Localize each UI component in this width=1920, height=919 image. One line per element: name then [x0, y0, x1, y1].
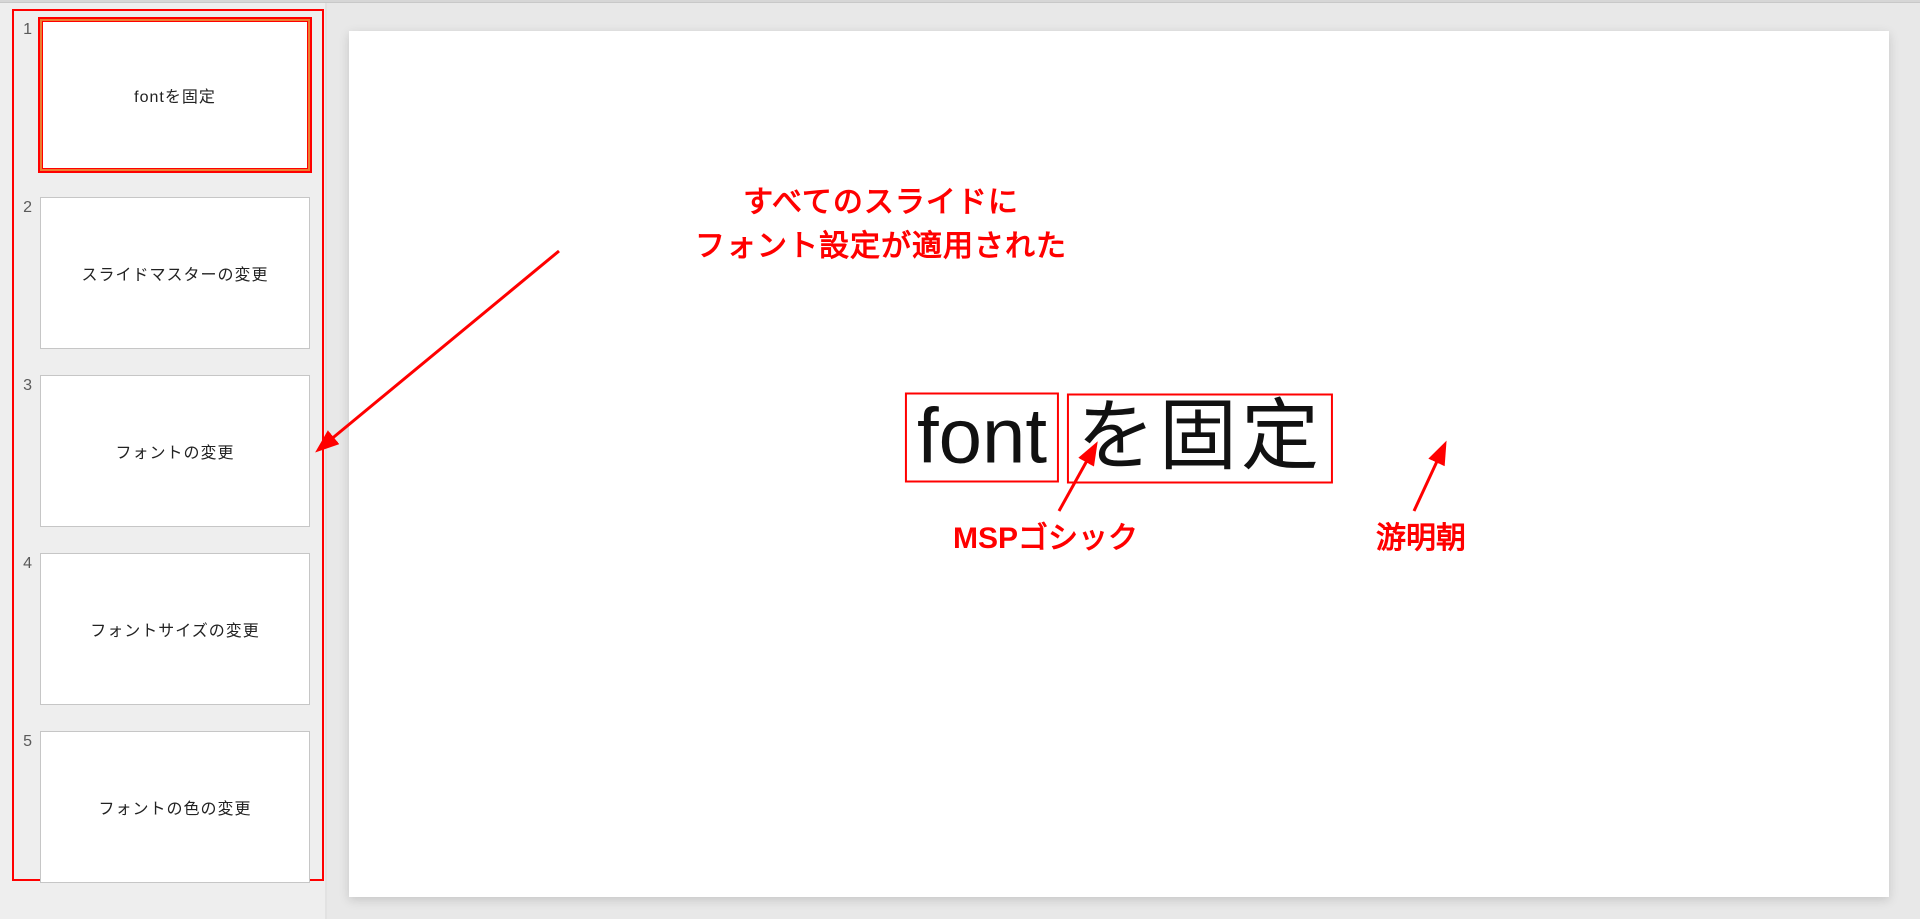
slide-thumbnail-panel: 1 fontを固定 2 スライドマスターの変更 3 フォントの変更 4 フォントサイズの変更 5…	[0, 3, 327, 919]
annotation-line2: フォント設定が適用された	[695, 230, 1067, 263]
thumbnail-title: フォントの色の変更	[98, 795, 251, 819]
thumbnail-title: スライドマスターの変更	[81, 261, 268, 285]
thumbnail-number: 1	[18, 19, 32, 39]
slide-canvas-area[interactable]: font を固定 すべてのスライドに フォント設定が適用された MSPゴシック …	[327, 3, 1920, 919]
annotation-yumin: 游明朝	[1376, 513, 1466, 557]
slide-thumbnail[interactable]: fontを固定	[40, 19, 310, 171]
slide-title-english-part: font	[905, 393, 1059, 483]
thumbnail-number: 4	[18, 553, 32, 573]
thumbnail-number: 5	[18, 731, 32, 751]
thumbnail-title: fontを固定	[134, 83, 216, 107]
annotation-arrow-sidebar	[299, 241, 579, 481]
annotation-msp-gothic: MSPゴシック	[953, 513, 1138, 557]
annotation-arrow-yumin	[1359, 449, 1469, 529]
thumbnail-row: 2 スライドマスターの変更	[18, 197, 311, 349]
main-layout: 1 fontを固定 2 スライドマスターの変更 3 フォントの変更 4 フォントサイズの変更 5…	[0, 3, 1920, 919]
thumbnail-title: フォントの変更	[115, 439, 234, 463]
annotation-applied-text: すべてのスライドに フォント設定が適用された	[671, 181, 1091, 268]
slide-title-japanese-part: を固定	[1067, 394, 1333, 484]
slide-thumbnail[interactable]: フォントの色の変更	[40, 731, 310, 883]
slide-title[interactable]: font を固定	[905, 393, 1333, 484]
annotation-line1: すべてのスライドに	[743, 186, 1019, 219]
thumbnail-row: 5 フォントの色の変更	[18, 731, 311, 883]
thumbnail-row: 1 fontを固定	[18, 19, 311, 171]
thumbnail-number: 2	[18, 197, 32, 217]
slide[interactable]: font を固定 すべてのスライドに フォント設定が適用された MSPゴシック …	[349, 31, 1889, 897]
slide-thumbnail[interactable]: フォントサイズの変更	[40, 553, 310, 705]
slide-thumbnail[interactable]: スライドマスターの変更	[40, 197, 310, 349]
thumbnail-row: 3 フォントの変更	[18, 375, 311, 527]
thumbnail-number: 3	[18, 375, 32, 395]
thumbnail-row: 4 フォントサイズの変更	[18, 553, 311, 705]
slide-thumbnail[interactable]: フォントの変更	[40, 375, 310, 527]
thumbnail-title: フォントサイズの変更	[90, 617, 260, 641]
